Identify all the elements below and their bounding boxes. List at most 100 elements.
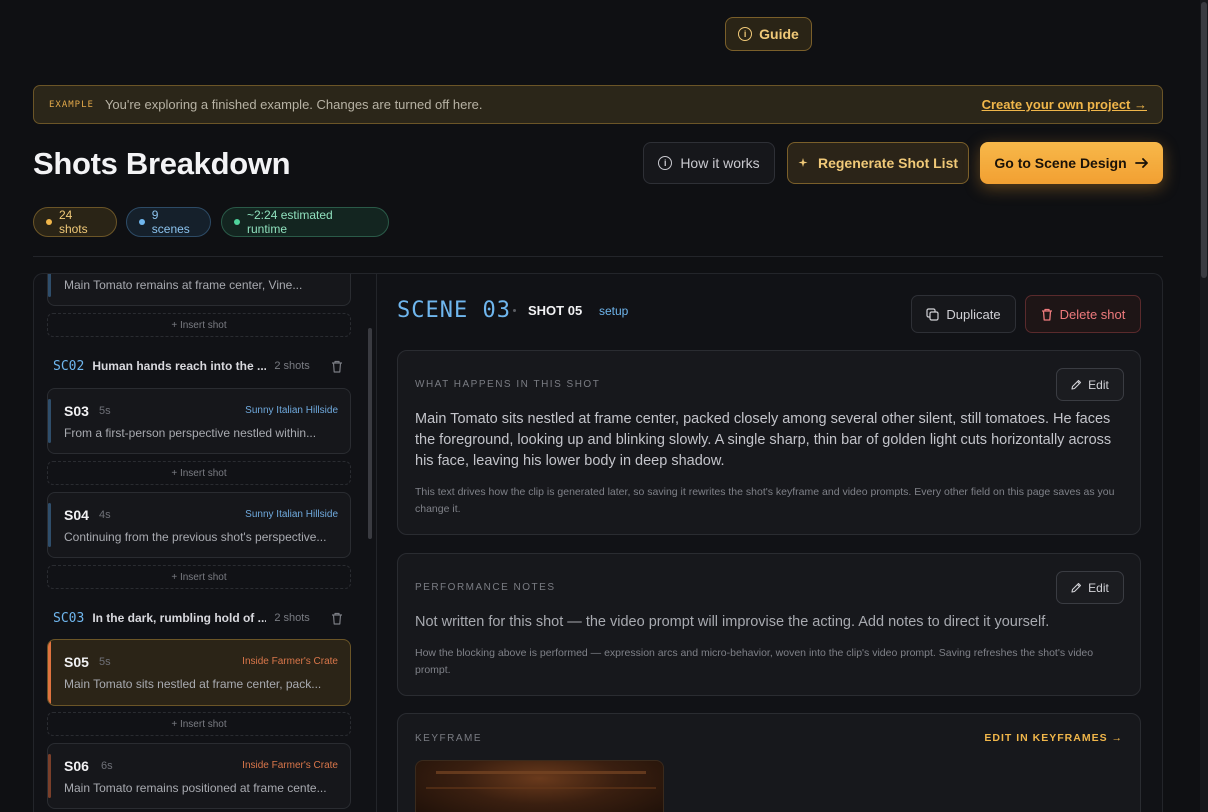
- edit-label: Edit: [1088, 377, 1109, 392]
- shot-list-scrollbar[interactable]: [368, 328, 372, 539]
- regenerate-label: Regenerate Shot List: [817, 155, 959, 171]
- thumbnail-detail: [426, 787, 656, 789]
- shot-desc: From a first-person perspective nestled …: [64, 426, 317, 440]
- trash-icon[interactable]: [331, 360, 343, 373]
- pencil-icon: [1071, 582, 1082, 593]
- guide-button[interactable]: i Guide: [725, 17, 812, 51]
- shot-location: Sunny Italian Hillside: [245, 405, 338, 416]
- page-title: Shots Breakdown: [33, 146, 291, 181]
- page-scrollbar-thumb[interactable]: [1201, 2, 1207, 278]
- scenes-count-label: 9 scenes: [151, 208, 190, 236]
- shots-count-label: 24 shots: [58, 208, 88, 236]
- scene-header-sc03[interactable]: SC03 In the dark, rumbling hold of ... 2…: [53, 608, 343, 628]
- performance-note: How the blocking above is performed — ex…: [415, 647, 1094, 676]
- shot-card-accent: [48, 640, 51, 705]
- shot-action-note: This text drives how the clip is generat…: [415, 486, 1115, 515]
- shot-duration: 6s: [101, 760, 113, 772]
- scene-label: SCENE 03: [397, 298, 511, 323]
- example-tag: EXAMPLE: [49, 99, 94, 110]
- shot-duration: 4s: [99, 509, 111, 521]
- shot-duration: 5s: [99, 656, 111, 668]
- shot-desc: Main Tomato remains at frame center, Vin…: [64, 278, 303, 292]
- duplicate-label: Duplicate: [946, 306, 1001, 322]
- separator-dot: [513, 309, 516, 312]
- card-label: KEYFRAME: [415, 733, 483, 744]
- insert-shot-button[interactable]: + Insert shot: [47, 461, 351, 485]
- shot-location: Inside Farmer's Crate: [242, 656, 338, 667]
- scene-shot-count: 2 shots: [274, 612, 310, 624]
- shot-card-accent: [48, 274, 51, 297]
- performance-text: Not written for this shot — the video pr…: [415, 614, 1050, 630]
- shot-desc: Main Tomato sits nestled at frame center…: [64, 677, 322, 691]
- shot-id: S04: [64, 507, 89, 523]
- shots-count-badge: 24 shots: [33, 207, 117, 237]
- thumbnail-detail: [436, 771, 646, 774]
- info-icon: i: [738, 27, 753, 41]
- shot-card[interactable]: Main Tomato remains at frame center, Vin…: [47, 274, 351, 306]
- shot-id: S03: [64, 403, 89, 419]
- shot-card-accent: [48, 503, 51, 547]
- shot-label: SHOT 05: [528, 303, 583, 318]
- scene-title: Human hands reach into the ...: [92, 359, 267, 373]
- arrow-right-icon: [1134, 158, 1148, 168]
- scene-code: SC02: [53, 358, 85, 374]
- shot-desc: Continuing from the previous shot's pers…: [64, 530, 327, 544]
- keyframe-thumbnail[interactable]: [415, 760, 664, 812]
- performance-notes-card: PERFORMANCE NOTES Edit Not written for t…: [397, 553, 1141, 696]
- edit-label: Edit: [1088, 580, 1109, 595]
- shot-id: S06: [64, 758, 89, 774]
- scene-code: SC03: [53, 610, 85, 626]
- what-happens-card: WHAT HAPPENS IN THIS SHOT Edit Main Toma…: [397, 350, 1141, 535]
- shot-card-s03[interactable]: S03 5s Sunny Italian Hillside From a fir…: [47, 388, 351, 454]
- scene-header-sc02[interactable]: SC02 Human hands reach into the ... 2 sh…: [53, 356, 343, 376]
- insert-shot-button[interactable]: + Insert shot: [47, 565, 351, 589]
- scene-shot-count: 2 shots: [274, 360, 310, 372]
- edit-in-keyframes-link[interactable]: EDIT IN KEYFRAMES →: [984, 732, 1123, 744]
- create-project-link[interactable]: Create your own project →: [982, 97, 1147, 112]
- runtime-badge: ~2:24 estimated runtime: [221, 207, 389, 237]
- shot-action-text: Main Tomato sits nestled at frame center…: [415, 411, 1112, 469]
- scene-title: In the dark, rumbling hold of ...: [92, 611, 267, 625]
- edit-performance-button[interactable]: Edit: [1056, 571, 1124, 604]
- card-label: WHAT HAPPENS IN THIS SHOT: [415, 379, 601, 390]
- card-label: PERFORMANCE NOTES: [415, 582, 556, 593]
- shot-id: S05: [64, 654, 89, 670]
- banner-message: You're exploring a finished example. Cha…: [104, 97, 483, 112]
- shot-tag: setup: [599, 304, 629, 318]
- regenerate-shot-list-button[interactable]: Regenerate Shot List: [787, 142, 969, 184]
- delete-shot-label: Delete shot: [1059, 306, 1126, 322]
- edit-what-happens-button[interactable]: Edit: [1056, 368, 1124, 401]
- info-icon: i: [658, 156, 673, 170]
- header-divider: [33, 256, 1163, 257]
- duplicate-button[interactable]: Duplicate: [911, 295, 1016, 333]
- example-banner: EXAMPLE You're exploring a finished exam…: [33, 85, 1163, 124]
- runtime-label: ~2:24 estimated runtime: [247, 208, 333, 236]
- status-dot: [139, 219, 145, 225]
- shot-desc: Main Tomato remains positioned at frame …: [64, 781, 327, 795]
- page-scrollbar[interactable]: [1200, 0, 1208, 812]
- how-it-works-label: How it works: [680, 155, 760, 171]
- shot-duration: 5s: [99, 405, 111, 417]
- insert-shot-button[interactable]: + Insert shot: [47, 313, 351, 337]
- status-dot: [234, 219, 240, 225]
- shot-card-accent: [48, 399, 51, 443]
- shot-location: Sunny Italian Hillside: [245, 509, 338, 520]
- shot-list-panel[interactable]: Main Tomato remains at frame center, Vin…: [33, 273, 376, 812]
- delete-shot-button[interactable]: Delete shot: [1025, 295, 1141, 333]
- scene-design-label: Go to Scene Design: [994, 155, 1127, 171]
- shot-card-accent: [48, 754, 51, 798]
- shot-card-s06[interactable]: S06 6s Inside Farmer's Crate Main Tomato…: [47, 743, 351, 809]
- pencil-icon: [1071, 379, 1082, 390]
- copy-icon: [926, 307, 939, 321]
- insert-shot-button[interactable]: + Insert shot: [47, 712, 351, 736]
- status-dot: [46, 219, 52, 225]
- how-it-works-button[interactable]: i How it works: [643, 142, 775, 184]
- trash-icon[interactable]: [331, 612, 343, 625]
- shot-location: Inside Farmer's Crate: [242, 760, 338, 771]
- sparkle-icon: [798, 158, 808, 167]
- scenes-count-badge: 9 scenes: [126, 207, 211, 237]
- go-to-scene-design-button[interactable]: Go to Scene Design: [980, 142, 1163, 184]
- shot-card-s05[interactable]: S05 5s Inside Farmer's Crate Main Tomato…: [47, 639, 351, 706]
- shot-card-s04[interactable]: S04 4s Sunny Italian Hillside Continuing…: [47, 492, 351, 558]
- keyframe-card: KEYFRAME EDIT IN KEYFRAMES →: [397, 713, 1141, 812]
